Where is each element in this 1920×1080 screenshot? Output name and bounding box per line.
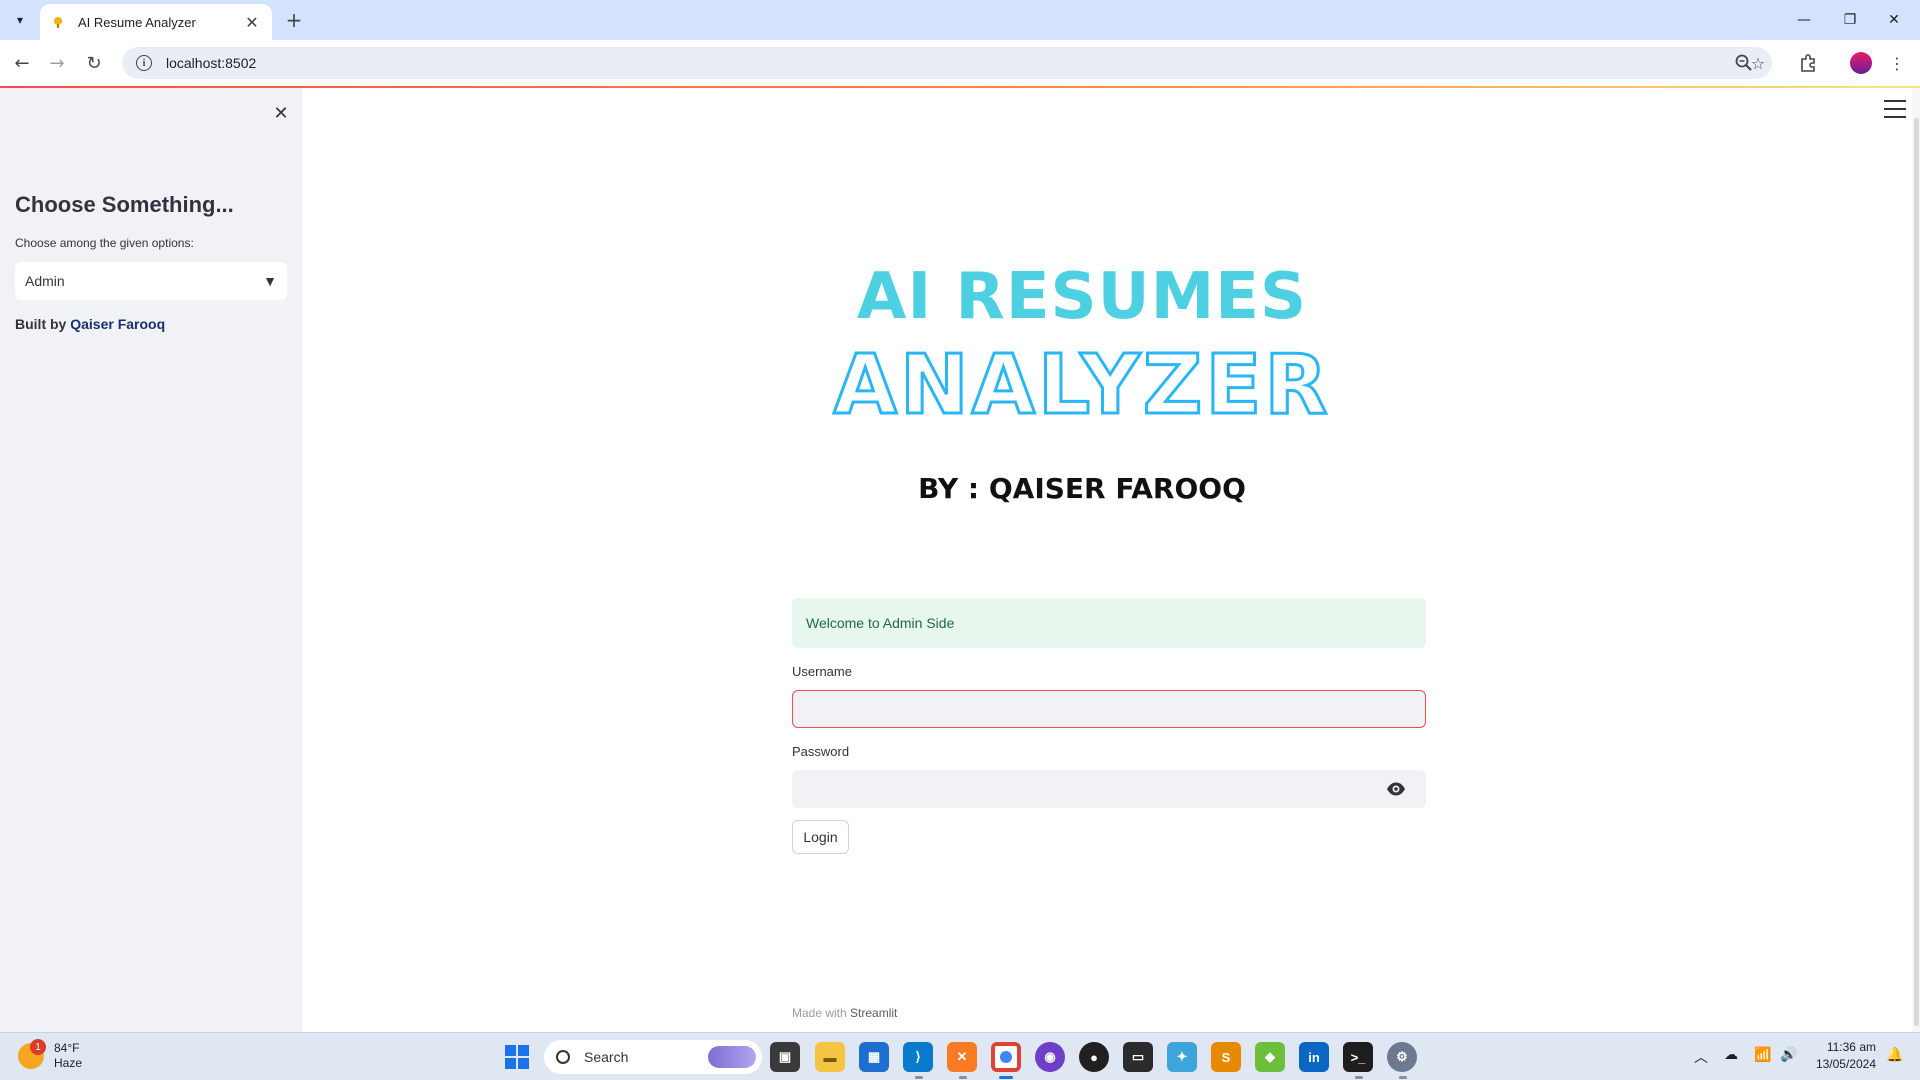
clock-time: 11:36 am (1826, 1040, 1876, 1054)
search-highlight-image (708, 1046, 756, 1068)
search-icon (556, 1050, 570, 1064)
notifications-bell-icon[interactable]: 🔔 (1886, 1047, 1903, 1063)
taskbar-search-placeholder: Search (584, 1049, 629, 1065)
network-tool-icon[interactable]: ✦ (1167, 1042, 1197, 1072)
main-menu-icon[interactable] (1884, 100, 1906, 118)
login-button[interactable]: Login (792, 820, 849, 854)
running-indicator (1399, 1076, 1407, 1079)
username-label: Username (792, 664, 852, 679)
running-indicator (915, 1076, 923, 1079)
windows-start-icon[interactable] (505, 1045, 529, 1069)
heading-title: AI RESUMES (856, 260, 1308, 334)
chrome-icon[interactable] (991, 1042, 1021, 1072)
running-indicator (1355, 1076, 1363, 1079)
sidebar-title: Choose Something... (15, 192, 234, 217)
site-info-icon[interactable]: i (136, 55, 152, 71)
built-by-text: Built by Qaiser Farooq (15, 316, 165, 332)
back-button[interactable]: ← (8, 49, 36, 77)
built-by-prefix: Built by (15, 316, 67, 332)
main-content: AI RESUMES ANALYZER BY : QAISER FAROOQ W… (302, 88, 1920, 1032)
sidebar-close-icon[interactable]: ✕ (268, 100, 294, 126)
address-url[interactable]: localhost:8502 (166, 55, 256, 71)
select-label: Choose among the given options: (15, 236, 194, 250)
tab-close-icon[interactable]: ✕ (242, 13, 262, 32)
linkedin-icon[interactable]: in (1299, 1042, 1329, 1072)
tab-search-dropdown-icon[interactable]: ▾ (8, 8, 32, 32)
restore-button[interactable]: ❐ (1836, 8, 1864, 32)
windows-taskbar: 1 84°F Haze Search ▣ ▬ ▦ ⟩ ✕ ◉ ● ▭ ✦ S ◆… (0, 1032, 1920, 1080)
author-link[interactable]: Qaiser Farooq (70, 316, 165, 332)
weather-description: Haze (54, 1056, 83, 1070)
onedrive-cloud-icon[interactable]: ☁ (1724, 1047, 1738, 1063)
system-clock[interactable]: 11:36 am 13/05/2024 (1812, 1039, 1876, 1073)
role-select[interactable]: Admin ▼ (15, 262, 287, 300)
window-close-button[interactable]: ✕ (1880, 8, 1908, 32)
cmd-icon[interactable]: >_ (1343, 1042, 1373, 1072)
reload-button[interactable]: ↻ (80, 49, 108, 77)
scrollbar[interactable] (1912, 88, 1920, 1032)
taskbar-search-box[interactable]: Search (544, 1040, 762, 1074)
byline: BY : QAISER FAROOQ (918, 472, 1246, 505)
success-alert: Welcome to Admin Side (792, 598, 1426, 648)
forward-button[interactable]: → (43, 49, 71, 77)
browser-tab-active[interactable]: AI Resume Analyzer ✕ (40, 4, 272, 40)
scrollbar-thumb[interactable] (1914, 118, 1919, 1026)
heading-subtitle-outline: ANALYZER (832, 337, 1331, 435)
vscode-icon[interactable]: ⟩ (903, 1042, 933, 1072)
profile-avatar-icon[interactable] (1848, 50, 1874, 76)
password-label: Password (792, 744, 850, 759)
weather-sun-icon: 1 (18, 1039, 46, 1069)
github-desktop-icon[interactable]: ◉ (1035, 1042, 1065, 1072)
browser-tab-bar: ▾ AI Resume Analyzer ✕ + — ❐ ✕ (0, 0, 1920, 40)
address-bar[interactable]: i localhost:8502 (122, 47, 1772, 79)
obs-icon[interactable]: ● (1079, 1042, 1109, 1072)
active-indicator (999, 1076, 1013, 1079)
file-explorer-icon[interactable]: ▬ (815, 1042, 845, 1072)
weather-widget[interactable]: 1 84°F Haze (18, 1039, 83, 1071)
streamlit-favicon-icon (50, 14, 66, 30)
running-indicator (959, 1076, 967, 1079)
browser-toolbar: ← → ↻ i localhost:8502 ☆ ⋮ (0, 40, 1920, 86)
task-view-icon[interactable]: ▣ (770, 1042, 800, 1072)
terminal-icon[interactable]: ▭ (1123, 1042, 1153, 1072)
minimize-button[interactable]: — (1790, 8, 1818, 32)
xampp-icon[interactable]: ✕ (947, 1042, 977, 1072)
selected-option: Admin (25, 273, 65, 289)
new-tab-button[interactable]: + (282, 8, 306, 32)
extensions-puzzle-icon[interactable] (1795, 50, 1821, 76)
username-input[interactable] (792, 690, 1426, 728)
sidebar: ✕ Choose Something... Choose among the g… (0, 88, 302, 1032)
volume-icon[interactable]: 🔊 (1780, 1047, 1797, 1063)
sublime-text-icon[interactable]: S (1211, 1042, 1241, 1072)
microsoft-store-icon[interactable]: ▦ (859, 1042, 889, 1072)
bookmark-star-icon[interactable]: ☆ (1745, 50, 1771, 76)
footer-prefix: Made with (792, 1006, 847, 1020)
wifi-icon[interactable]: 📶 (1754, 1047, 1771, 1063)
notification-badge: 1 (30, 1039, 46, 1055)
password-input[interactable] (792, 770, 1426, 808)
settings-gear-icon[interactable]: ⚙ (1387, 1042, 1417, 1072)
chevron-down-icon: ▼ (263, 273, 277, 289)
streamlit-link[interactable]: Streamlit (850, 1006, 897, 1020)
clock-date: 13/05/2024 (1815, 1057, 1876, 1071)
browser-menu-icon[interactable]: ⋮ (1884, 50, 1910, 76)
show-password-eye-icon[interactable] (1386, 780, 1406, 798)
tray-overflow-chevron-up-icon[interactable]: ︿ (1694, 1047, 1708, 1067)
footer: Made with Streamlit (792, 1006, 897, 1020)
bluestacks-icon[interactable]: ◆ (1255, 1042, 1285, 1072)
tab-title: AI Resume Analyzer (78, 14, 196, 30)
weather-temperature: 84°F (54, 1041, 80, 1055)
